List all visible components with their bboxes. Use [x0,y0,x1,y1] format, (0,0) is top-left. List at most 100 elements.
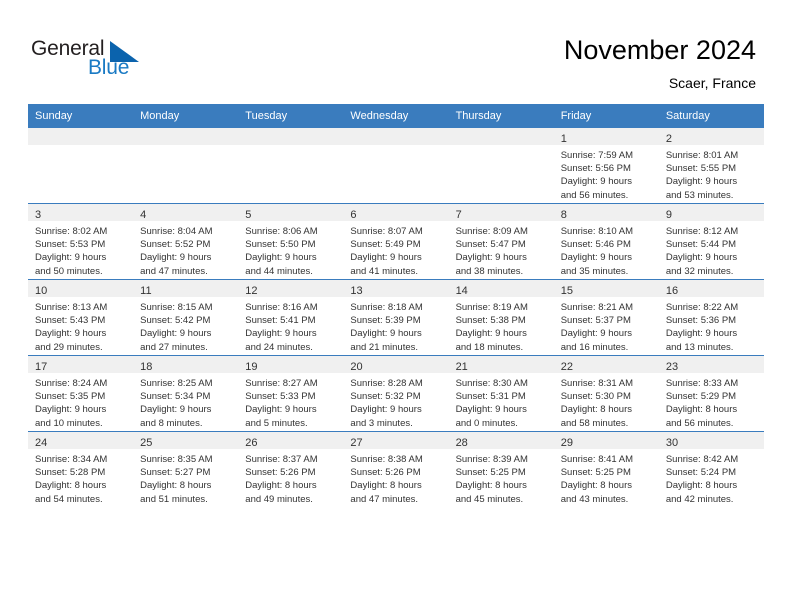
day-number-band: 25 [133,432,239,449]
day-details: Sunrise: 8:41 AM Sunset: 5:25 PM Daylight:… [554,449,659,506]
daylight-text-line1: Daylight: 9 hours [665,328,738,340]
daylight-text-line2: and 53 minutes. [665,189,734,201]
sunrise-text: Sunrise: 8:06 AM [245,226,318,237]
sunset-text: Sunset: 5:46 PM [560,239,631,251]
sunrise-text: Sunrise: 8:34 AM [35,454,108,465]
calendar-day-cell[interactable]: 8 Sunrise: 8:10 AM Sunset: 5:46 PM Daylight… [553,203,659,280]
day-number: 24 [35,437,48,449]
calendar-day-cell[interactable]: 12 Sunrise: 8:16 AM Sunset: 5:41 PM Dayligh… [238,279,344,356]
day-number-band: 22 [553,356,659,373]
calendar-day-cell[interactable]: 14 Sunrise: 8:19 AM Sunset: 5:38 PM Dayligh… [448,279,554,356]
sunset-text: Sunset: 5:52 PM [140,239,211,251]
daylight-text-line2: and 10 minutes. [35,417,103,429]
day-number: 14 [455,285,468,297]
calendar-header-row: Sunday Monday Tuesday Wednesday Thursday… [28,104,764,128]
day-number: 30 [665,437,679,449]
calendar-day-cell[interactable]: 13 Sunrise: 8:18 AM Sunset: 5:39 PM Dayligh… [343,279,449,356]
day-details: Sunrise: 8:21 AM Sunset: 5:37 PM Daylight:… [554,297,659,354]
day-number-band: 26 [238,432,344,449]
calendar-day-cell[interactable]: 6 Sunrise: 8:07 AM Sunset: 5:49 PM Daylight… [343,203,449,280]
calendar-day-cell[interactable]: 25 Sunrise: 8:35 AM Sunset: 5:27 PM Dayligh… [133,431,239,507]
day-details: Sunrise: 8:31 AM Sunset: 5:30 PM Daylight:… [554,373,659,430]
sunrise-text: Sunrise: 8:02 AM [35,226,108,237]
daylight-text-line1: Daylight: 9 hours [245,328,317,340]
daylight-text-line2: and 54 minutes. [35,493,103,505]
day-details: Sunrise: 8:35 AM Sunset: 5:27 PM Daylight:… [133,449,238,506]
day-details: Sunrise: 8:09 AM Sunset: 5:47 PM Daylight:… [449,221,554,278]
calendar-day-cell[interactable]: 17 Sunrise: 8:24 AM Sunset: 5:35 PM Dayligh… [28,355,134,432]
sunset-text: Sunset: 5:50 PM [245,239,316,251]
daylight-text-line1: Daylight: 9 hours [245,252,317,264]
sunrise-text: Sunrise: 8:18 AM [350,302,423,313]
calendar-day-cell[interactable]: 9 Sunrise: 8:12 AM Sunset: 5:44 PM Daylight… [658,203,764,280]
sunrise-text: Sunrise: 8:28 AM [350,378,423,389]
calendar-week-row: 17 Sunrise: 8:24 AM Sunset: 5:35 PM Dayligh… [28,355,764,432]
sunrise-text: Sunrise: 8:22 AM [665,302,739,313]
calendar-day-cell[interactable]: 18 Sunrise: 8:25 AM Sunset: 5:34 PM Dayligh… [133,355,239,432]
daylight-text-line2: and 29 minutes. [35,341,103,353]
calendar-day-cell[interactable]: 28 Sunrise: 8:39 AM Sunset: 5:25 PM Dayligh… [448,431,554,507]
calendar-day-cell[interactable]: 2 Sunrise: 8:01 AM Sunset: 5:55 PM Daylight… [658,127,764,204]
daylight-text-line1: Daylight: 9 hours [560,328,632,340]
calendar-day-cell[interactable]: 3 Sunrise: 8:02 AM Sunset: 5:53 PM Daylight… [28,203,134,280]
daylight-text-line2: and 41 minutes. [350,265,419,277]
day-details: Sunrise: 8:04 AM Sunset: 5:52 PM Daylight:… [133,221,238,278]
daylight-text-line2: and 21 minutes. [350,341,419,353]
day-number: 7 [455,209,462,221]
sunrise-text: Sunrise: 8:12 AM [665,226,739,237]
sunset-text: Sunset: 5:37 PM [560,315,631,327]
page-header: General Blue November 2024 Scaer, France [0,0,792,100]
calendar-cell-empty [343,127,449,204]
calendar-day-cell[interactable]: 27 Sunrise: 8:38 AM Sunset: 5:26 PM Dayligh… [343,431,449,507]
daylight-text-line2: and 24 minutes. [245,341,313,353]
day-number-band: 17 [28,356,134,373]
day-details: Sunrise: 8:38 AM Sunset: 5:26 PM Daylight:… [343,449,448,506]
day-number-band [28,128,134,145]
day-number-band: 10 [28,280,134,297]
daylight-text-line1: Daylight: 9 hours [35,328,107,340]
calendar-day-cell[interactable]: 5 Sunrise: 8:06 AM Sunset: 5:50 PM Daylight… [238,203,344,280]
calendar-day-cell[interactable]: 24 Sunrise: 8:34 AM Sunset: 5:28 PM Dayligh… [28,431,134,507]
calendar-day-cell[interactable]: 26 Sunrise: 8:37 AM Sunset: 5:26 PM Dayligh… [238,431,344,507]
calendar-day-cell[interactable]: 22 Sunrise: 8:31 AM Sunset: 5:30 PM Dayligh… [553,355,659,432]
day-number: 5 [245,209,252,221]
calendar-day-cell[interactable]: 15 Sunrise: 8:21 AM Sunset: 5:37 PM Dayligh… [553,279,659,356]
calendar-day-cell[interactable]: 7 Sunrise: 8:09 AM Sunset: 5:47 PM Daylight… [448,203,554,280]
sunset-text: Sunset: 5:53 PM [35,239,106,251]
calendar-day-cell[interactable]: 20 Sunrise: 8:28 AM Sunset: 5:32 PM Dayligh… [343,355,449,432]
daylight-text-line2: and 49 minutes. [245,493,313,505]
day-details: Sunrise: 8:30 AM Sunset: 5:31 PM Daylight:… [449,373,554,430]
day-number: 11 [140,285,152,297]
daylight-text-line2: and 8 minutes. [140,417,203,429]
day-details: Sunrise: 8:18 AM Sunset: 5:39 PM Daylight:… [343,297,448,354]
calendar-day-cell[interactable]: 16 Sunrise: 8:22 AM Sunset: 5:36 PM Dayligh… [658,279,764,356]
sunrise-text: Sunrise: 8:21 AM [560,302,634,313]
day-number-band: 28 [448,432,554,449]
sunset-text: Sunset: 5:30 PM [560,391,631,403]
day-number-band: 29 [553,432,659,449]
daylight-text-line1: Daylight: 8 hours [140,480,212,492]
calendar-day-cell[interactable]: 21 Sunrise: 8:30 AM Sunset: 5:31 PM Dayligh… [448,355,554,432]
calendar-day-cell[interactable]: 10 Sunrise: 8:13 AM Sunset: 5:43 PM Dayligh… [28,279,134,356]
general-blue-logo[interactable]: General Blue [31,38,161,84]
daylight-text-line2: and 32 minutes. [665,265,734,277]
day-details: Sunrise: 8:37 AM Sunset: 5:26 PM Daylight:… [238,449,343,506]
calendar-day-cell[interactable]: 29 Sunrise: 8:41 AM Sunset: 5:25 PM Dayligh… [553,431,659,507]
day-number-band: 11 [133,280,239,297]
calendar-day-cell[interactable]: 11 Sunrise: 8:15 AM Sunset: 5:42 PM Dayligh… [133,279,239,356]
calendar-day-cell[interactable]: 23 Sunrise: 8:33 AM Sunset: 5:29 PM Dayligh… [658,355,764,432]
day-details: Sunrise: 8:33 AM Sunset: 5:29 PM Daylight:… [659,373,764,430]
calendar-day-cell[interactable]: 4 Sunrise: 8:04 AM Sunset: 5:52 PM Daylight… [133,203,239,280]
sunrise-text: Sunrise: 8:31 AM [560,378,634,389]
sunrise-text: Sunrise: 8:41 AM [560,454,634,465]
calendar-day-cell[interactable]: 19 Sunrise: 8:27 AM Sunset: 5:33 PM Dayligh… [238,355,344,432]
calendar-page: General Blue November 2024 Scaer, France… [0,0,792,612]
sunset-text: Sunset: 5:26 PM [350,467,421,479]
calendar-day-cell[interactable]: 30 Sunrise: 8:42 AM Sunset: 5:24 PM Dayligh… [658,431,764,507]
day-details: Sunrise: 8:12 AM Sunset: 5:44 PM Daylight:… [659,221,764,278]
sunset-text: Sunset: 5:44 PM [665,239,737,251]
day-number: 26 [245,437,258,449]
calendar-day-cell[interactable]: 1 Sunrise: 7:59 AM Sunset: 5:56 PM Daylight… [553,127,659,204]
sunset-text: Sunset: 5:24 PM [665,467,737,479]
day-number: 8 [560,209,567,221]
